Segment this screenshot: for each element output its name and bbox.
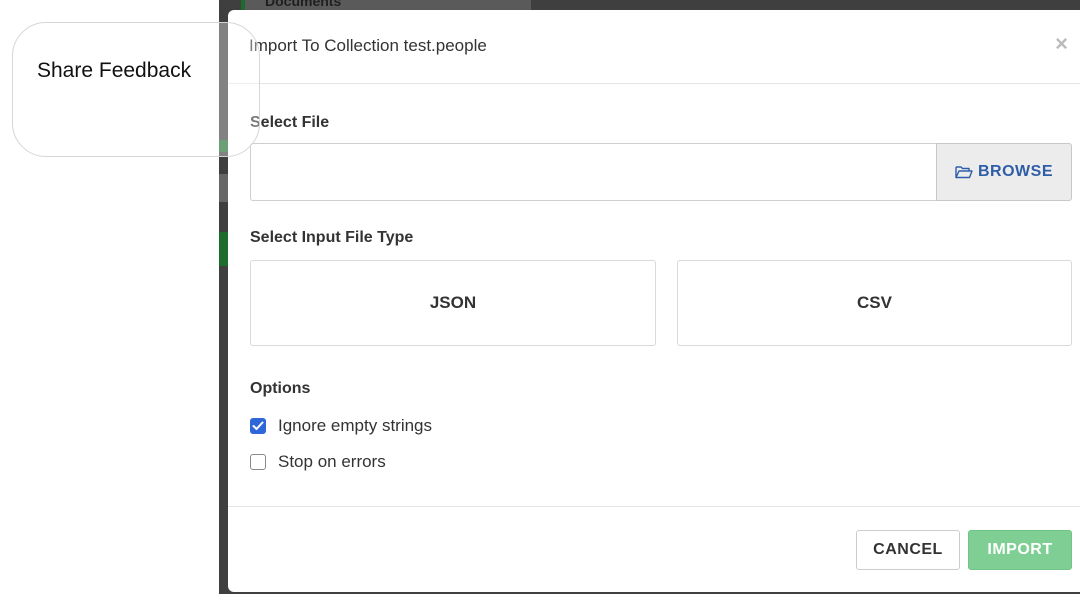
share-feedback-label: Share Feedback bbox=[37, 59, 192, 82]
stop-on-errors-checkbox[interactable] bbox=[250, 454, 266, 470]
options-label: Options bbox=[250, 380, 311, 397]
modal-header: Import To Collection test.people × bbox=[228, 10, 1080, 84]
import-button[interactable]: IMPORT bbox=[968, 530, 1072, 570]
background-documents-tab: Documents bbox=[241, 0, 531, 10]
background-indicator bbox=[241, 0, 245, 10]
option-stop-on-errors: Stop on errors bbox=[250, 452, 386, 472]
stop-on-errors-label: Stop on errors bbox=[278, 452, 386, 471]
background-tab-label: Documents bbox=[265, 0, 342, 9]
browse-label: BROWSE bbox=[978, 163, 1053, 180]
modal-title: Import To Collection test.people bbox=[249, 36, 487, 55]
background-indicator bbox=[219, 174, 228, 202]
import-modal: Import To Collection test.people × Selec… bbox=[228, 10, 1080, 592]
file-path-input[interactable] bbox=[250, 143, 936, 201]
close-icon[interactable]: × bbox=[1055, 33, 1068, 55]
file-type-csv-button[interactable]: CSV bbox=[677, 260, 1072, 346]
select-file-label: Select File bbox=[250, 114, 330, 131]
cancel-button[interactable]: CANCEL bbox=[856, 530, 960, 570]
file-picker: BROWSE bbox=[250, 143, 1072, 201]
file-type-label: Select Input File Type bbox=[250, 229, 414, 246]
checkmark-icon bbox=[252, 421, 264, 430]
folder-open-icon bbox=[955, 166, 973, 179]
modal-footer: CANCEL IMPORT bbox=[228, 506, 1080, 592]
ignore-empty-strings-label: Ignore empty strings bbox=[278, 416, 433, 435]
background-indicator bbox=[219, 232, 228, 266]
share-feedback-button[interactable]: Share Feedback bbox=[12, 22, 260, 157]
option-ignore-empty-strings: Ignore empty strings bbox=[250, 416, 432, 436]
browse-button[interactable]: BROWSE bbox=[936, 143, 1072, 201]
file-type-json-button[interactable]: JSON bbox=[250, 260, 656, 346]
ignore-empty-strings-checkbox[interactable] bbox=[250, 418, 266, 434]
